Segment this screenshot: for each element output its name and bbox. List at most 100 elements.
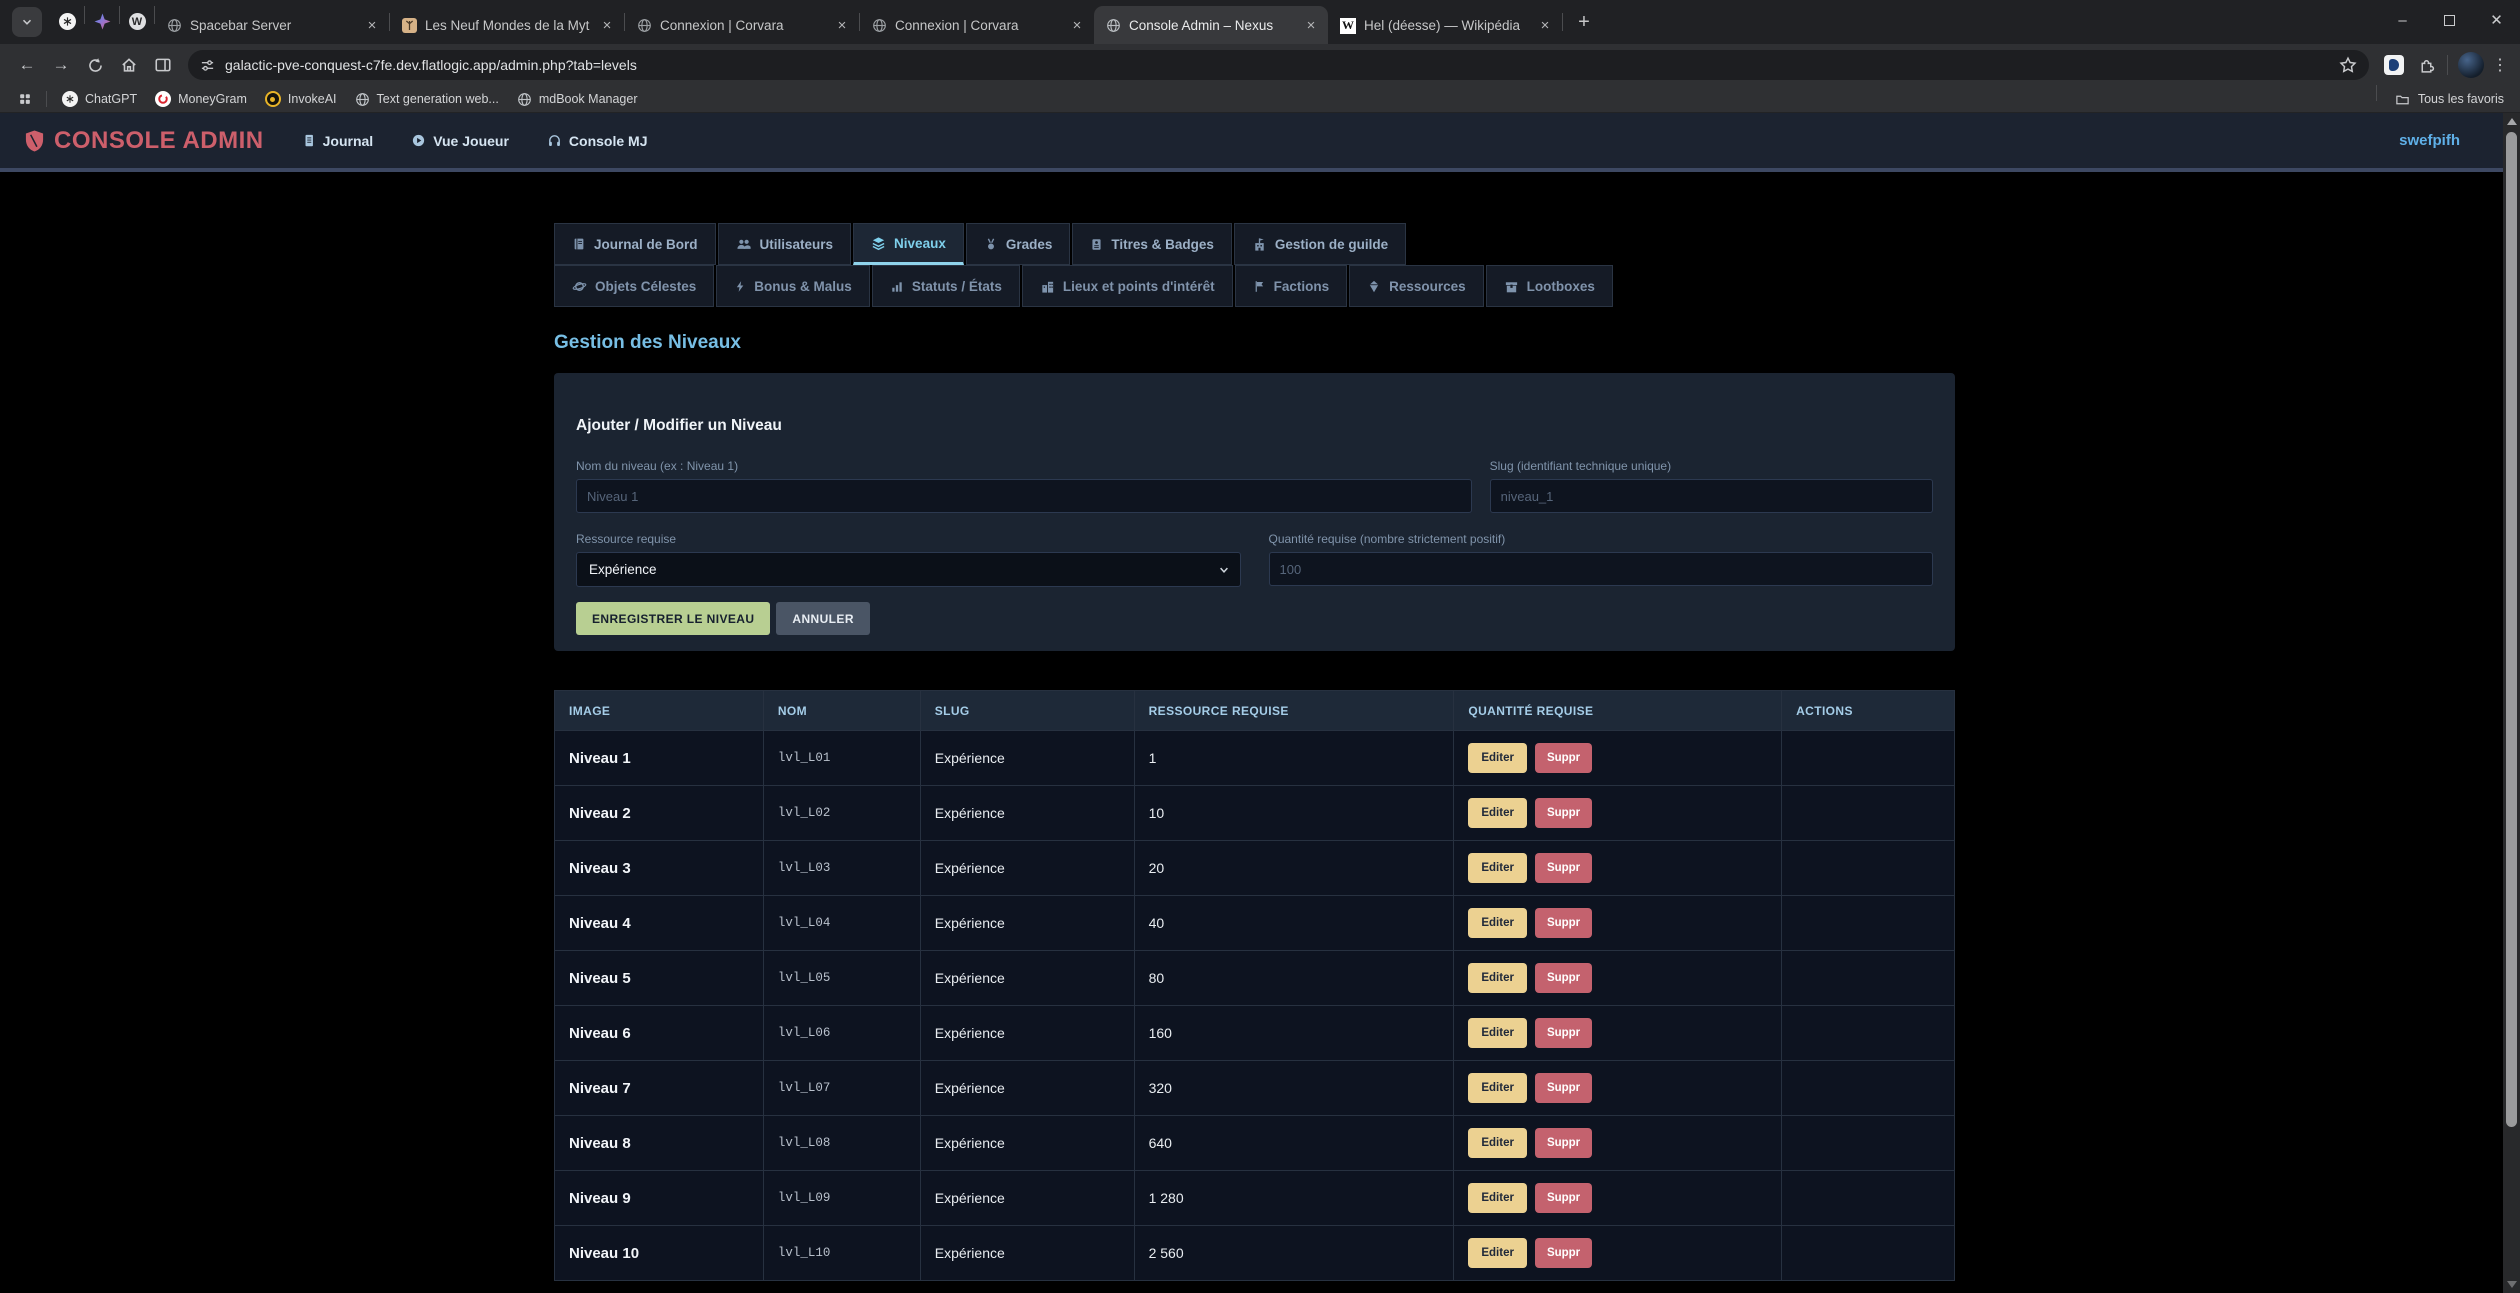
browser-tab-active[interactable]: Console Admin – Nexus ×	[1094, 6, 1328, 44]
tab-factions[interactable]: Factions	[1235, 265, 1348, 307]
pinned-extension-icon[interactable]	[2384, 55, 2404, 75]
edit-button[interactable]: Editer	[1468, 1183, 1527, 1213]
window-controls: – ✕	[2379, 0, 2520, 40]
chatgpt-icon	[59, 13, 76, 30]
tab-close-icon[interactable]: ×	[833, 17, 851, 35]
tab-grades[interactable]: Grades	[966, 223, 1071, 265]
page-scrollbar[interactable]	[2503, 113, 2520, 1293]
bookmark-mdbook[interactable]: mdBook Manager	[508, 88, 647, 110]
pinned-tab-gemini[interactable]	[85, 7, 119, 37]
tab-close-icon[interactable]: ×	[598, 17, 616, 35]
new-tab-button[interactable]: +	[1569, 7, 1599, 37]
bookmark-invokeai[interactable]: InvokeAI	[256, 88, 346, 110]
cancel-button[interactable]: ANNULER	[776, 602, 869, 635]
tab-close-icon[interactable]: ×	[363, 17, 381, 35]
browser-tab[interactable]: Les Neuf Mondes de la Mythol ×	[390, 7, 624, 44]
nav-player-view[interactable]: Vue Joueur	[411, 133, 509, 149]
tab-gestion-guilde[interactable]: Gestion de guilde	[1234, 223, 1406, 265]
bookmark-star-icon[interactable]	[2339, 56, 2357, 74]
reload-icon	[87, 57, 104, 74]
browser-tab[interactable]: Connexion | Corvara ×	[625, 7, 859, 44]
profile-avatar[interactable]	[2458, 52, 2484, 78]
home-button[interactable]	[115, 51, 143, 79]
delete-button[interactable]: Suppr	[1535, 1238, 1592, 1268]
delete-button[interactable]: Suppr	[1535, 743, 1592, 773]
scroll-down-arrow-icon[interactable]	[2507, 1281, 2517, 1288]
level-name: Niveau 2	[555, 786, 764, 841]
all-bookmarks-button[interactable]: Tous les favoris	[2376, 85, 2510, 114]
table-row: Niveau 8 lvl_L08 Expérience 640 EditerSu…	[555, 1116, 1955, 1171]
delete-button[interactable]: Suppr	[1535, 1128, 1592, 1158]
tab-objets-celestes[interactable]: Objets Célestes	[554, 265, 714, 307]
pinned-tab-wordpress[interactable]: W	[120, 7, 154, 37]
maximize-button[interactable]	[2426, 0, 2473, 40]
nav-journal[interactable]: Journal	[302, 133, 374, 149]
delete-button[interactable]: Suppr	[1535, 1018, 1592, 1048]
bookmark-chatgpt[interactable]: ChatGPT	[53, 88, 146, 110]
tab-lieux-poi[interactable]: Lieux et points d'intérêt	[1022, 265, 1233, 307]
bookmark-text-generation[interactable]: Text generation web...	[346, 88, 508, 110]
player-view-icon	[411, 133, 426, 148]
browser-tab[interactable]: Spacebar Server ×	[155, 7, 389, 44]
delete-button[interactable]: Suppr	[1535, 798, 1592, 828]
table-row: Niveau 6 lvl_L06 Expérience 160 EditerSu…	[555, 1006, 1955, 1061]
apps-grid-button[interactable]	[13, 88, 37, 110]
tab-bonus-malus[interactable]: Bonus & Malus	[716, 265, 870, 307]
level-name: Niveau 1	[555, 731, 764, 786]
scrollbar-thumb[interactable]	[2506, 132, 2517, 1127]
delete-button[interactable]: Suppr	[1535, 908, 1592, 938]
extensions-button[interactable]	[2412, 51, 2440, 79]
tab-ressources[interactable]: Ressources	[1349, 265, 1484, 307]
tab-statuts-etats[interactable]: Statuts / États	[872, 265, 1020, 307]
edit-button[interactable]: Editer	[1468, 1018, 1527, 1048]
edit-button[interactable]: Editer	[1468, 798, 1527, 828]
level-slug-input[interactable]	[1490, 479, 1933, 513]
forward-button[interactable]: →	[47, 51, 75, 79]
resource-select[interactable]: Expérience	[576, 552, 1241, 587]
tab-titres-badges[interactable]: Titres & Badges	[1072, 223, 1232, 265]
bookmark-moneygram[interactable]: MoneyGram	[146, 88, 256, 110]
save-level-button[interactable]: ENREGISTRER LE NIVEAU	[576, 602, 770, 635]
edit-button[interactable]: Editer	[1468, 908, 1527, 938]
browser-tab[interactable]: Connexion | Corvara ×	[860, 7, 1094, 44]
edit-button[interactable]: Editer	[1468, 1073, 1527, 1103]
level-slug: lvl_L10	[763, 1226, 920, 1281]
delete-button[interactable]: Suppr	[1535, 1183, 1592, 1213]
globe-icon	[872, 18, 887, 33]
level-name: Niveau 10	[555, 1226, 764, 1281]
empty-actions-cell	[1782, 896, 1955, 951]
quantity-input[interactable]	[1269, 552, 1934, 586]
tab-search-button[interactable]	[12, 7, 42, 37]
close-window-button[interactable]: ✕	[2473, 0, 2520, 40]
edit-button[interactable]: Editer	[1468, 1238, 1527, 1268]
back-button[interactable]: ←	[13, 51, 41, 79]
delete-button[interactable]: Suppr	[1535, 963, 1592, 993]
edit-button[interactable]: Editer	[1468, 853, 1527, 883]
browser-menu-button[interactable]: ⋮	[2490, 55, 2510, 75]
tab-lootboxes[interactable]: Lootboxes	[1486, 265, 1613, 307]
edit-button[interactable]: Editer	[1468, 1128, 1527, 1158]
scroll-up-arrow-icon[interactable]	[2507, 118, 2517, 125]
url-bar[interactable]: galactic-pve-conquest-c7fe.dev.flatlogic…	[188, 50, 2369, 80]
minimize-button[interactable]: –	[2379, 0, 2426, 40]
pinned-tab-chatgpt[interactable]	[50, 7, 84, 37]
empty-actions-cell	[1782, 1226, 1955, 1281]
tab-journal-de-bord[interactable]: Journal de Bord	[554, 223, 716, 265]
shield-icon	[24, 129, 45, 153]
delete-button[interactable]: Suppr	[1535, 853, 1592, 883]
tab-close-icon[interactable]: ×	[1536, 17, 1554, 35]
tab-niveaux-active[interactable]: Niveaux	[853, 223, 964, 265]
delete-button[interactable]: Suppr	[1535, 1073, 1592, 1103]
edit-button[interactable]: Editer	[1468, 963, 1527, 993]
level-name-input[interactable]	[576, 479, 1472, 513]
edit-button[interactable]: Editer	[1468, 743, 1527, 773]
level-name: Niveau 3	[555, 841, 764, 896]
side-panel-button[interactable]	[149, 51, 177, 79]
tab-utilisateurs[interactable]: Utilisateurs	[718, 223, 852, 265]
tab-close-icon[interactable]: ×	[1302, 16, 1320, 34]
level-quantity: 320	[1134, 1061, 1454, 1116]
reload-button[interactable]	[81, 51, 109, 79]
tab-close-icon[interactable]: ×	[1068, 17, 1086, 35]
nav-console-mj[interactable]: Console MJ	[547, 133, 648, 149]
browser-tab[interactable]: W Hel (déesse) — Wikipédia ×	[1328, 7, 1562, 44]
